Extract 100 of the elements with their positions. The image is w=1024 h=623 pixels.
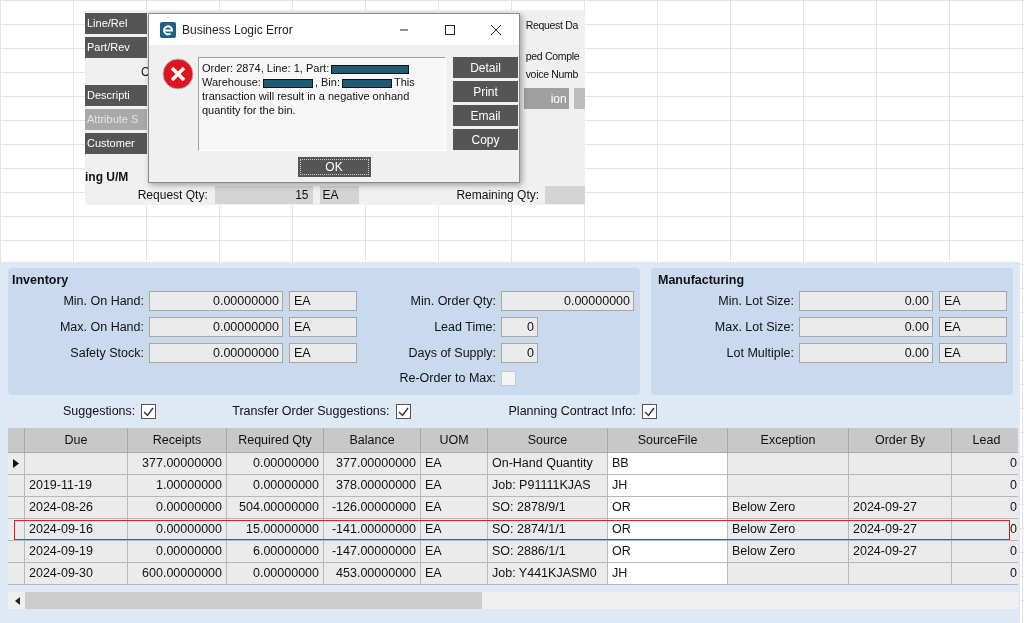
table-cell: 0 xyxy=(952,475,1018,497)
column-header[interactable]: Lead xyxy=(952,428,1018,453)
scroll-left-icon xyxy=(15,596,20,605)
field-label: Min. On Hand: xyxy=(63,293,144,308)
table-cell: OR xyxy=(608,519,728,541)
table-cell: 453.00000000 xyxy=(324,563,421,585)
checkbox[interactable] xyxy=(641,403,657,419)
table-cell: 2019-11-19 xyxy=(25,475,128,497)
section-title: ing U/M xyxy=(85,169,130,184)
qty-field[interactable] xyxy=(545,186,585,204)
form-label: ped Comple xyxy=(525,50,580,62)
field-label: Remaining Qty: xyxy=(456,188,540,202)
maximize-icon xyxy=(444,23,456,36)
column-header[interactable]: Receipts xyxy=(128,428,227,453)
dialog-button[interactable]: Email xyxy=(453,105,518,126)
table-cell: 0.00000000 xyxy=(227,475,324,497)
table-cell: SO: 2878/9/1 xyxy=(488,497,608,519)
table-cell: 2024-08-26 xyxy=(25,497,128,519)
table-cell: 2024-09-30 xyxy=(25,563,128,585)
redaction-bar xyxy=(262,78,313,88)
group-title: Inventory xyxy=(12,272,70,288)
table-cell: OR xyxy=(608,541,728,563)
uom-field: EA xyxy=(939,317,1007,337)
table-cell: 0.00000000 xyxy=(227,453,324,475)
table-cell: Below Zero xyxy=(728,541,849,563)
table-cell: BB xyxy=(608,453,728,475)
checkbox[interactable] xyxy=(395,403,411,419)
table-cell: OR xyxy=(608,497,728,519)
window-title: Business Logic Error xyxy=(182,21,293,39)
table-cell: JH xyxy=(608,563,728,585)
horizontal-scrollbar[interactable] xyxy=(8,592,1018,609)
value-field[interactable]: 0.00 xyxy=(799,317,933,337)
option-label: Planning Contract Info: xyxy=(508,402,636,420)
field-label: Lot Multiple: xyxy=(726,345,794,360)
field-label: Max. On Hand: xyxy=(59,319,144,334)
value-field[interactable]: 0.00000000 xyxy=(501,291,634,311)
table-cell: 0 xyxy=(952,541,1018,563)
checkbox[interactable] xyxy=(141,403,157,419)
column-header[interactable]: Required Qty xyxy=(227,428,324,453)
value-field[interactable]: 0.00 xyxy=(799,291,933,311)
form-label: Request Da xyxy=(525,19,579,31)
value-field[interactable]: 0 xyxy=(501,343,538,363)
table-cell: 0 xyxy=(952,453,1018,475)
option-label: Transfer Order Suggestions: xyxy=(232,402,390,420)
field-label: Lead Time: xyxy=(434,319,496,334)
table-cell: 377.00000000 xyxy=(128,453,227,475)
table-cell: 0 xyxy=(952,563,1018,585)
field-label: Max. Lot Size: xyxy=(714,319,794,334)
table-cell: Below Zero xyxy=(728,519,849,541)
column-header[interactable]: SourceFile xyxy=(608,428,728,453)
form-button[interactable]: Customer xyxy=(85,133,147,154)
table-cell: Job: Y441KJASM0 xyxy=(488,563,608,585)
table-cell: EA xyxy=(421,563,488,585)
error-icon xyxy=(162,58,194,90)
message-text: , Bin: xyxy=(314,76,340,88)
column-header[interactable]: Order By xyxy=(849,428,952,453)
value-field[interactable]: 0.00000000 xyxy=(149,343,283,363)
message-text: This xyxy=(394,76,415,88)
form-button[interactable]: Part/Rev xyxy=(85,37,147,58)
value-field[interactable]: 0.00000000 xyxy=(149,317,283,337)
column-header[interactable]: Exception xyxy=(728,428,849,453)
dialog-button[interactable]: Detail xyxy=(453,57,518,78)
qty-field[interactable]: 15 xyxy=(214,186,313,204)
uom-field: EA xyxy=(289,291,357,311)
table-cell: EA xyxy=(421,453,488,475)
scrollbar-thumb[interactable] xyxy=(25,592,482,609)
table-cell: 0.00000000 xyxy=(128,497,227,519)
column-header[interactable]: Due xyxy=(25,428,128,453)
row-header[interactable] xyxy=(8,453,25,475)
dialog-button[interactable]: Print xyxy=(453,81,518,102)
table-cell: 15.00000000 xyxy=(227,519,324,541)
redaction-bar xyxy=(342,78,392,88)
value-field[interactable]: 0.00000000 xyxy=(149,291,283,311)
app-logo-icon xyxy=(160,21,176,38)
table-cell: EA xyxy=(421,475,488,497)
uom-field: EA xyxy=(289,343,357,363)
column-header[interactable]: Source xyxy=(488,428,608,453)
table-cell: EA xyxy=(421,541,488,563)
table-cell: SO: 2874/1/1 xyxy=(488,519,608,541)
ok-button[interactable]: OK xyxy=(297,157,371,177)
option-label: Suggestions: xyxy=(63,402,136,420)
form-button[interactable]: Descripti xyxy=(85,85,147,106)
dialog-button[interactable]: Copy xyxy=(453,129,518,150)
field-label: Days of Supply: xyxy=(408,345,496,360)
form-button[interactable]: Line/Rel xyxy=(85,13,147,34)
message-text: Warehouse: xyxy=(202,76,261,88)
table-cell: JH xyxy=(608,475,728,497)
uom-field: EA xyxy=(319,186,360,204)
column-header[interactable]: Balance xyxy=(324,428,421,453)
table-cell: On-Hand Quantity xyxy=(488,453,608,475)
column-header[interactable]: UOM xyxy=(421,428,488,453)
value-field[interactable]: 0.00 xyxy=(799,343,933,363)
group-title: Manufacturing xyxy=(658,272,746,288)
table-cell: EA xyxy=(421,519,488,541)
table-cell: 0.00000000 xyxy=(128,519,227,541)
field-label: Min. Order Qty: xyxy=(410,293,496,308)
uom-field: EA xyxy=(939,291,1007,311)
value-field[interactable]: 0 xyxy=(501,317,538,337)
table-cell: 600.00000000 xyxy=(128,563,227,585)
uom-field: EA xyxy=(289,317,357,337)
